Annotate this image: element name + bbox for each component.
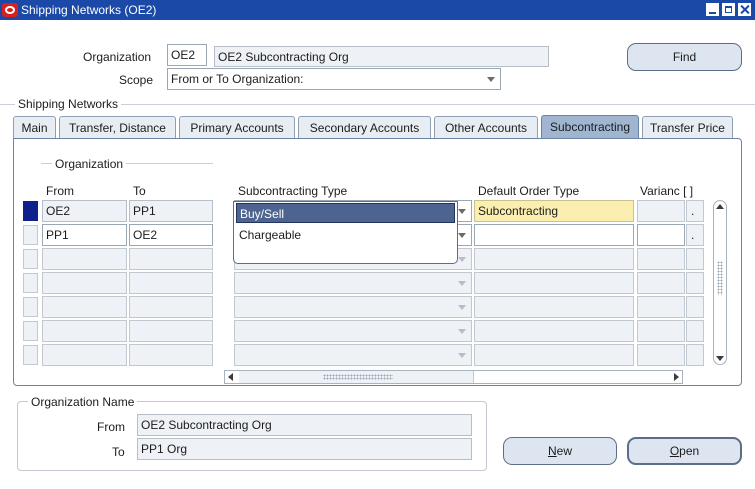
- variance-cell[interactable]: [637, 344, 685, 366]
- scroll-grip-icon: [717, 261, 723, 295]
- variance-cell[interactable]: [637, 272, 685, 294]
- row-selector[interactable]: [23, 249, 38, 269]
- scope-label: Scope: [119, 73, 154, 87]
- organization-name-box: [17, 401, 487, 471]
- from-cell[interactable]: [42, 296, 127, 318]
- to-cell[interactable]: PP1: [129, 200, 213, 222]
- descriptive-flex-cell[interactable]: [686, 248, 704, 270]
- column-header-from: From: [46, 184, 74, 198]
- tab-primary-accounts[interactable]: Primary Accounts: [179, 116, 295, 139]
- new-button-label-rest: ew: [556, 444, 572, 458]
- descriptive-flex-cell[interactable]: [686, 272, 704, 294]
- column-header-to: To: [133, 184, 146, 198]
- scroll-down-icon[interactable]: [716, 356, 724, 361]
- to-cell[interactable]: [129, 296, 213, 318]
- scope-select[interactable]: From or To Organization:: [167, 68, 501, 90]
- variance-cell[interactable]: [637, 200, 685, 222]
- org-from-label: From: [97, 420, 125, 434]
- dropdown-option-chargeable[interactable]: Chargeable: [236, 225, 455, 245]
- to-cell[interactable]: [129, 320, 213, 342]
- from-cell[interactable]: [42, 272, 127, 294]
- row-selector[interactable]: [23, 321, 38, 341]
- default-order-type-cell[interactable]: [474, 248, 634, 270]
- horizontal-scrollbar[interactable]: [224, 370, 683, 384]
- close-icon[interactable]: [738, 3, 751, 16]
- dropdown-option-buy-sell[interactable]: Buy/Sell: [236, 203, 455, 223]
- from-cell[interactable]: [42, 248, 127, 270]
- from-cell[interactable]: [42, 344, 127, 366]
- open-button[interactable]: Open: [627, 437, 742, 465]
- tab-transfer-distance[interactable]: Transfer, Distance: [59, 116, 176, 139]
- scroll-up-icon[interactable]: [716, 204, 724, 209]
- column-header-default-order-type: Default Order Type: [478, 184, 580, 198]
- minimize-icon[interactable]: [706, 3, 719, 16]
- organization-code-field[interactable]: OE2: [167, 44, 207, 66]
- scroll-grip-icon: [323, 374, 393, 380]
- open-button-mnemonic: O: [669, 444, 680, 458]
- scroll-left-icon[interactable]: [228, 373, 233, 381]
- column-header-variance: Varianc [ ]: [640, 184, 694, 198]
- descriptive-flex-cell[interactable]: .: [686, 224, 704, 246]
- tab-transfer-price[interactable]: Transfer Price: [642, 116, 733, 139]
- to-cell[interactable]: [129, 344, 213, 366]
- new-button[interactable]: New: [503, 437, 617, 465]
- to-cell[interactable]: OE2: [129, 224, 213, 246]
- default-order-type-cell[interactable]: [474, 320, 634, 342]
- tab-main[interactable]: Main: [13, 116, 56, 139]
- subcontracting-type-select[interactable]: [234, 296, 472, 318]
- subcontracting-type-dropdown: Buy/Sell Chargeable: [233, 201, 458, 264]
- descriptive-flex-cell[interactable]: [686, 320, 704, 342]
- column-header-subcontracting-type: Subcontracting Type: [238, 184, 348, 198]
- find-button[interactable]: Find: [627, 43, 742, 71]
- row-selector-current[interactable]: [23, 201, 38, 221]
- maximize-icon[interactable]: [722, 3, 735, 16]
- descriptive-flex-cell[interactable]: [686, 296, 704, 318]
- variance-cell[interactable]: [637, 320, 685, 342]
- section-title: Shipping Networks: [15, 97, 122, 111]
- default-order-type-cell[interactable]: [474, 272, 634, 294]
- open-button-label-rest: pen: [679, 444, 700, 458]
- horizontal-scroll-thumb[interactable]: [239, 371, 474, 383]
- organization-name-title: Organization Name: [28, 395, 138, 409]
- tab-other-accounts[interactable]: Other Accounts: [434, 116, 538, 139]
- tab-subcontracting[interactable]: Subcontracting: [541, 115, 639, 139]
- tab-secondary-accounts[interactable]: Secondary Accounts: [298, 116, 431, 139]
- variance-cell[interactable]: [637, 224, 685, 246]
- to-cell[interactable]: [129, 272, 213, 294]
- oracle-logo-icon: [2, 3, 18, 17]
- row-selector[interactable]: [23, 345, 38, 365]
- org-to-label: To: [112, 445, 125, 459]
- default-order-type-cell[interactable]: [474, 344, 634, 366]
- from-cell[interactable]: [42, 320, 127, 342]
- organization-label: Organization: [83, 50, 152, 64]
- organization-group-label: Organization: [52, 157, 127, 171]
- descriptive-flex-cell[interactable]: .: [686, 200, 704, 222]
- default-order-type-cell[interactable]: [474, 224, 634, 246]
- vertical-scrollbar[interactable]: [713, 200, 727, 365]
- window-titlebar: Shipping Networks (OE2): [0, 0, 755, 20]
- subcontracting-type-select[interactable]: [234, 344, 472, 366]
- row-selector[interactable]: [23, 225, 38, 245]
- organization-name-field: OE2 Subcontracting Org: [214, 46, 549, 67]
- variance-cell[interactable]: [637, 248, 685, 270]
- default-order-type-cell[interactable]: Subcontracting: [474, 200, 634, 222]
- to-cell[interactable]: [129, 248, 213, 270]
- from-cell[interactable]: OE2: [42, 200, 127, 222]
- descriptive-flex-cell[interactable]: [686, 344, 704, 366]
- subcontracting-type-select[interactable]: [234, 272, 472, 294]
- row-selector[interactable]: [23, 297, 38, 317]
- new-button-mnemonic: N: [547, 444, 557, 458]
- variance-cell[interactable]: [637, 296, 685, 318]
- row-selector[interactable]: [23, 273, 38, 293]
- window-title: Shipping Networks (OE2): [21, 3, 157, 17]
- subcontracting-type-select[interactable]: [234, 320, 472, 342]
- scroll-right-icon[interactable]: [674, 373, 679, 381]
- org-from-name-field: OE2 Subcontracting Org: [137, 414, 472, 436]
- from-cell[interactable]: PP1: [42, 224, 127, 246]
- default-order-type-cell[interactable]: [474, 296, 634, 318]
- org-to-name-field: PP1 Org: [137, 438, 472, 460]
